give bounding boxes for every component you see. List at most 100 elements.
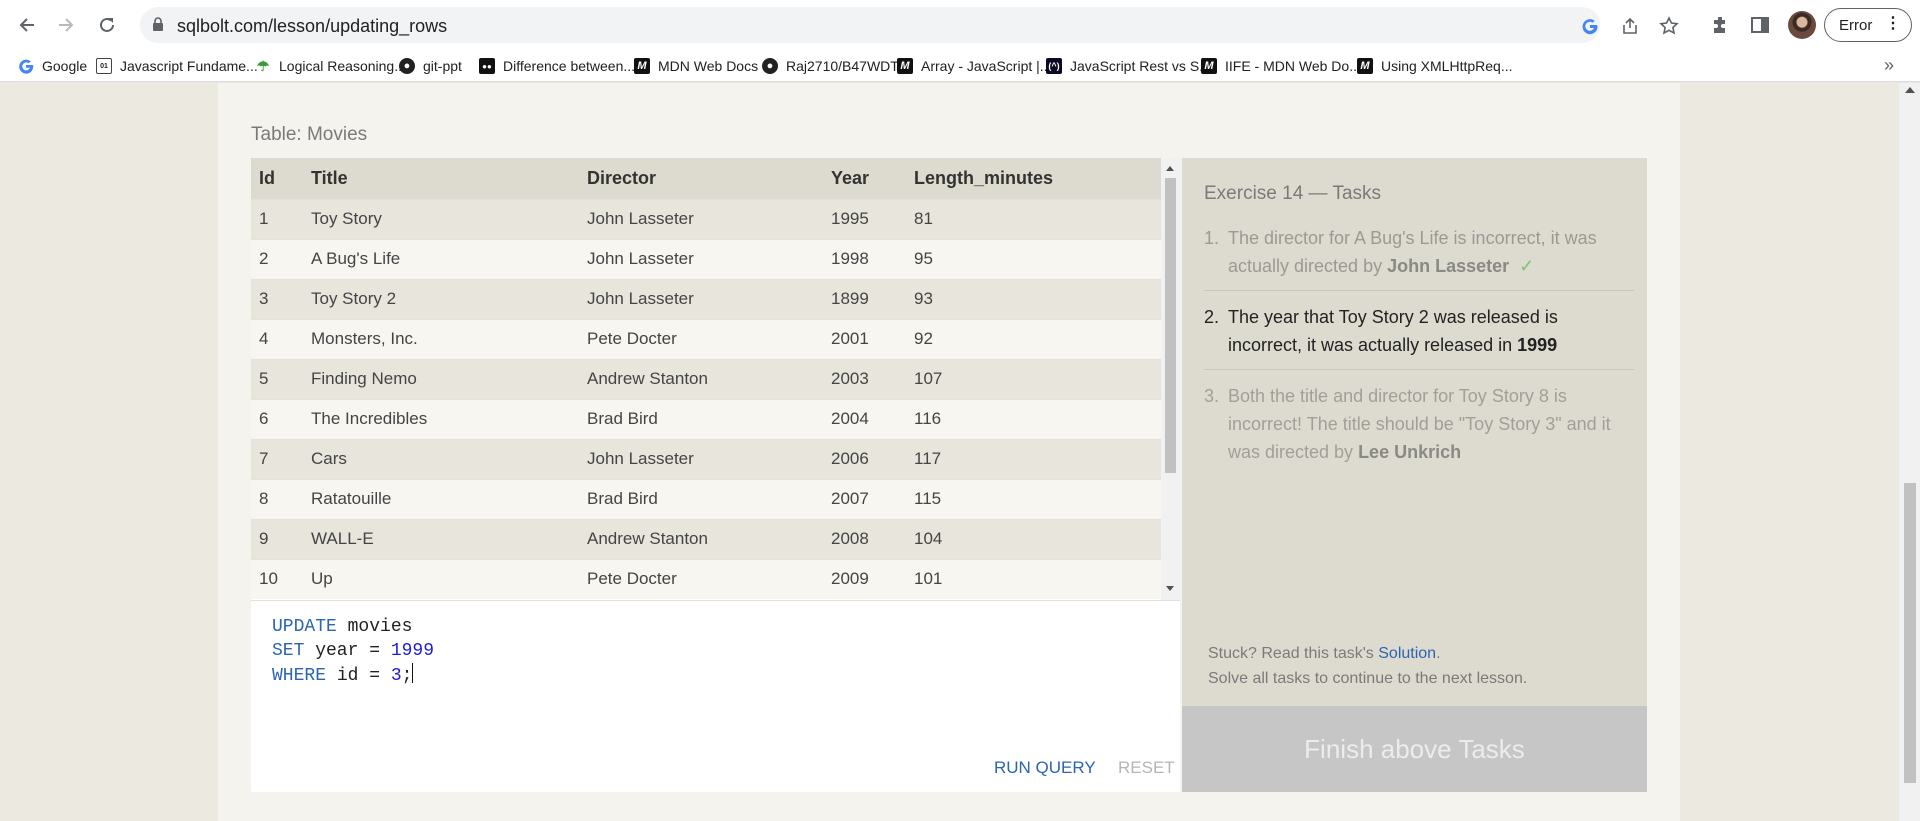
bookmark-using-xmlhttprequest[interactable]: M Using XMLHttpReq... bbox=[1357, 56, 1513, 76]
table-row: 4 Monsters, Inc. Pete Docter 2001 92 bbox=[251, 319, 1161, 359]
bookmark-google[interactable]: Google bbox=[18, 56, 87, 76]
bookmarks-bar: Google 01 Javascript Fundame... ☂ Logica… bbox=[0, 50, 1920, 82]
cell-length: 116 bbox=[914, 409, 942, 428]
cell-id: 8 bbox=[259, 489, 269, 508]
bookmark-label: Google bbox=[42, 58, 88, 74]
cell-director: Andrew Stanton bbox=[587, 369, 708, 388]
table-scroll-down-icon[interactable] bbox=[1166, 586, 1174, 591]
cell-year: 2008 bbox=[831, 529, 869, 548]
task-text: The year that Toy Story 2 was released i… bbox=[1228, 303, 1634, 359]
scroll-up-arrow-icon[interactable] bbox=[1905, 87, 1915, 93]
cell-director: Brad Bird bbox=[587, 409, 658, 428]
bookmark-label: JavaScript Rest vs S... bbox=[1070, 58, 1211, 74]
column-header-length: Length_minutes bbox=[914, 167, 1054, 188]
task-item-active: 2. The year that Toy Story 2 was release… bbox=[1204, 301, 1634, 370]
task-text: Both the title and director for Toy Stor… bbox=[1228, 382, 1634, 466]
task-list: 1. The director for A Bug's Life is inco… bbox=[1204, 222, 1634, 486]
profile-error-button[interactable]: Error ⋮ bbox=[1824, 8, 1912, 42]
task-text-bold: Lee Unkrich bbox=[1358, 442, 1462, 462]
cell-length: 81 bbox=[914, 209, 933, 228]
tasks-panel: Exercise 14 — Tasks 1. The director for … bbox=[1182, 158, 1647, 792]
sql-number: 1999 bbox=[390, 641, 435, 661]
column-header-id: Id bbox=[259, 167, 275, 188]
sql-text: id = bbox=[326, 666, 391, 686]
bookmark-raj2710[interactable]: ● Raj2710/B47WDT bbox=[762, 56, 899, 76]
bookmark-javascript-rest[interactable]: (^) JavaScript Rest vs S... bbox=[1046, 56, 1211, 76]
cell-director: John Lasseter bbox=[587, 289, 694, 308]
table-scrollbar[interactable] bbox=[1161, 158, 1180, 600]
cell-title: WALL-E bbox=[311, 529, 374, 548]
bookmark-iife-mdn[interactable]: M IIFE - MDN Web Do... bbox=[1201, 56, 1361, 76]
profile-error-label: Error bbox=[1839, 16, 1873, 34]
forward-icon[interactable] bbox=[52, 11, 80, 39]
solution-link[interactable]: Solution bbox=[1378, 645, 1436, 662]
bookmarks-overflow-icon[interactable]: » bbox=[1884, 55, 1894, 76]
bookmark-label: Raj2710/B47WDT bbox=[786, 58, 899, 74]
cell-id: 1 bbox=[259, 209, 269, 228]
page-scrollbar[interactable] bbox=[1899, 83, 1920, 821]
page-scrollbar-thumb[interactable] bbox=[1904, 483, 1916, 783]
cell-director: John Lasseter bbox=[587, 449, 694, 468]
address-bar[interactable]: sqlbolt.com/lesson/updating_rows bbox=[140, 7, 1679, 43]
side-panel-icon[interactable] bbox=[1748, 13, 1772, 37]
github-icon: ● bbox=[399, 58, 415, 74]
task-number: 1. bbox=[1204, 228, 1220, 248]
github-icon: ● bbox=[762, 58, 778, 74]
freecodecamp-icon: (^) bbox=[1046, 58, 1062, 74]
cell-title: Cars bbox=[311, 449, 347, 468]
cell-id: 7 bbox=[259, 449, 269, 468]
cell-year: 2006 bbox=[831, 449, 869, 468]
lock-icon[interactable] bbox=[152, 17, 164, 36]
google-lens-icon[interactable] bbox=[1580, 16, 1600, 36]
bookmark-star-icon[interactable] bbox=[1659, 16, 1679, 36]
mdn-icon: M bbox=[634, 58, 650, 74]
bookmark-label: Array - JavaScript |... bbox=[921, 58, 1052, 74]
bookmark-difference-between[interactable]: ●● Difference between... bbox=[479, 56, 635, 76]
cell-year: 2003 bbox=[831, 369, 869, 388]
run-query-button[interactable]: RUN QUERY bbox=[994, 758, 1096, 778]
bookmark-label: Logical Reasoning... bbox=[279, 58, 406, 74]
sql-text: year = bbox=[304, 641, 391, 661]
cell-id: 6 bbox=[259, 409, 269, 428]
back-icon[interactable] bbox=[13, 11, 41, 39]
column-header-year: Year bbox=[831, 167, 870, 188]
table-header-row: Id Title Director Year Length_minutes bbox=[251, 158, 1161, 199]
table-row: 6 The Incredibles Brad Bird 2004 116 bbox=[251, 399, 1161, 439]
sql-keyword: WHERE bbox=[272, 666, 327, 686]
bookmark-mdn-web-docs[interactable]: M MDN Web Docs bbox=[634, 56, 758, 76]
cell-year: 1998 bbox=[831, 249, 869, 268]
cell-length: 107 bbox=[914, 369, 943, 388]
stuck-suffix: . bbox=[1436, 645, 1441, 662]
cell-length: 92 bbox=[914, 329, 933, 348]
cell-year: 1899 bbox=[831, 289, 869, 308]
mdn-icon: M bbox=[897, 58, 913, 74]
cell-title: A Bug's Life bbox=[311, 249, 401, 268]
bookmark-git-ppt[interactable]: ● git-ppt bbox=[399, 56, 462, 76]
finish-tasks-button[interactable]: Finish above Tasks bbox=[1182, 706, 1647, 792]
extensions-icon[interactable] bbox=[1708, 13, 1732, 37]
cell-director: Brad Bird bbox=[587, 489, 658, 508]
reset-button[interactable]: RESET bbox=[1118, 758, 1175, 778]
column-header-director: Director bbox=[587, 167, 657, 188]
table-scrollbar-thumb[interactable] bbox=[1165, 178, 1176, 473]
mdn-icon: M bbox=[1357, 58, 1373, 74]
bookmark-logical-reasoning[interactable]: ☂ Logical Reasoning... bbox=[255, 56, 406, 76]
task-item-done: 1. The director for A Bug's Life is inco… bbox=[1204, 222, 1634, 291]
mdn-icon: M bbox=[1201, 58, 1217, 74]
reload-icon[interactable] bbox=[93, 11, 121, 39]
share-icon[interactable] bbox=[1620, 16, 1640, 36]
table-row: 5 Finding Nemo Andrew Stanton 2003 107 bbox=[251, 359, 1161, 399]
dev-icon: ●● bbox=[479, 58, 495, 74]
task-item-pending: 3. Both the title and director for Toy S… bbox=[1204, 380, 1634, 476]
bookmark-javascript-fundamentals[interactable]: 01 Javascript Fundame... bbox=[96, 56, 258, 76]
sql-code[interactable]: UPDATE movies SET year = 1999 WHERE id =… bbox=[272, 615, 434, 688]
more-menu-icon[interactable]: ⋮ bbox=[1885, 16, 1901, 32]
profile-avatar[interactable] bbox=[1788, 11, 1816, 39]
cell-year: 1995 bbox=[831, 209, 869, 228]
url-text[interactable]: sqlbolt.com/lesson/updating_rows bbox=[177, 16, 447, 37]
table-row: 9 WALL-E Andrew Stanton 2008 104 bbox=[251, 519, 1161, 559]
cell-title: The Incredibles bbox=[311, 409, 428, 428]
table-scroll-up-icon[interactable] bbox=[1166, 166, 1174, 171]
movies-table-container[interactable]: Id Title Director Year Length_minutes 1 T… bbox=[251, 158, 1180, 600]
bookmark-array-javascript[interactable]: M Array - JavaScript |... bbox=[897, 56, 1051, 76]
